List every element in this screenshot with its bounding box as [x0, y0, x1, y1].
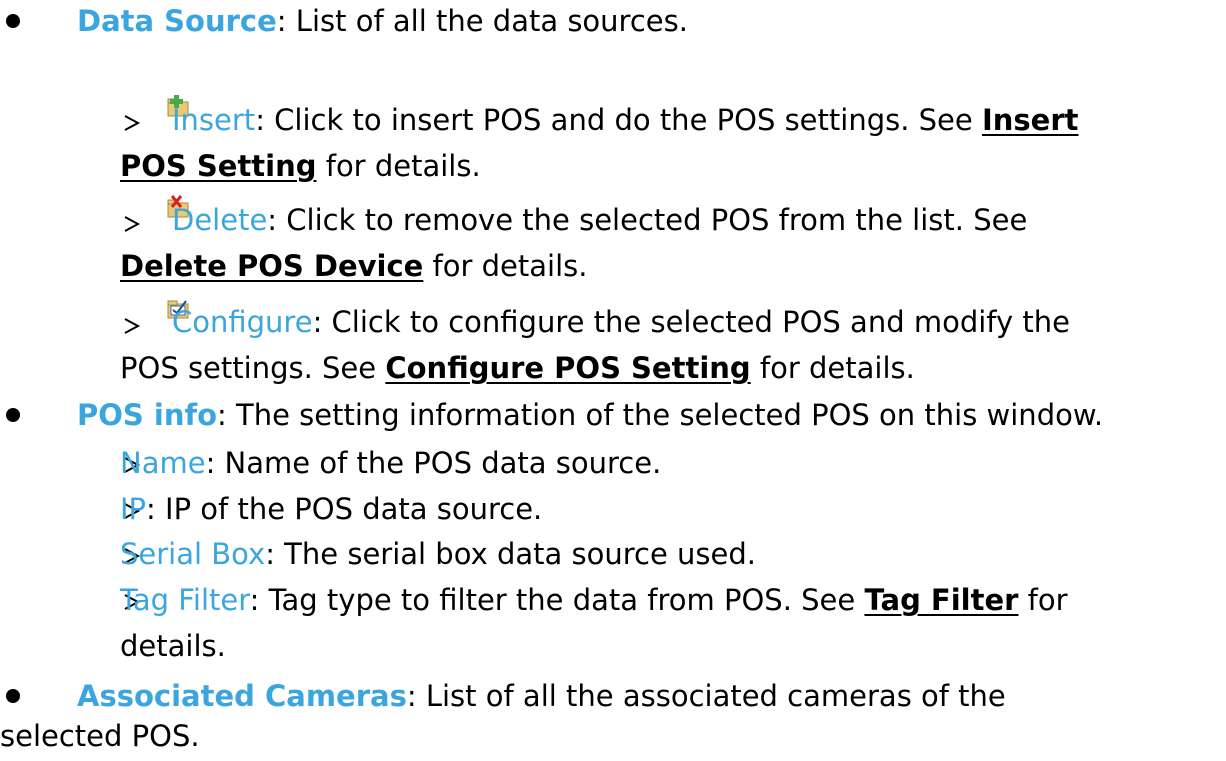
pos-info-item: POS info: The setting information of the…	[77, 397, 1103, 433]
serial-box-term: Serial Box	[120, 537, 266, 571]
tag-filter-link[interactable]: Tag Filter	[864, 583, 1018, 617]
bullet	[6, 689, 20, 703]
arrow-bullet-icon	[124, 318, 141, 334]
insert-term[interactable]: Insert	[172, 103, 255, 137]
tag-filter-term: Tag Filter	[120, 583, 250, 617]
name-term: Name	[120, 446, 206, 480]
insert-pos-setting-link-cont[interactable]: POS Setting	[120, 149, 317, 183]
insert-item-line2: POS Setting for details.	[120, 148, 481, 184]
delete-pos-device-link[interactable]: Delete POS Device	[120, 249, 423, 283]
bullet	[6, 408, 20, 422]
configure-item-line2: POS settings. See Configure POS Setting …	[120, 350, 915, 386]
insert-pos-setting-link[interactable]: Insert	[982, 103, 1079, 137]
insert-item-line1: Insert: Click to insert POS and do the P…	[172, 102, 1079, 138]
tag-filter-desc-for: for	[1018, 583, 1068, 617]
tag-filter-desc: : Tag type to filter the data from POS. …	[249, 583, 865, 617]
arrow-bullet-icon	[124, 115, 141, 131]
name-item: Name: Name of the POS data source.	[120, 445, 661, 481]
pos-info-term: POS info	[77, 398, 218, 432]
tag-filter-item-line1: Tag Filter: Tag type to filter the data …	[120, 582, 1068, 618]
associated-cameras-term: Associated Cameras	[77, 679, 407, 713]
configure-item-line1: Configure: Click to configure the select…	[172, 304, 1070, 340]
tag-filter-desc-end: details.	[120, 629, 226, 663]
configure-term[interactable]: Configure	[172, 305, 313, 339]
serial-box-desc: : The serial box data source used.	[265, 537, 756, 571]
name-desc: : Name of the POS data source.	[205, 446, 662, 480]
delete-item-line1: Delete: Click to remove the selected POS…	[172, 202, 1027, 238]
insert-desc: : Click to insert POS and do the POS set…	[255, 103, 982, 137]
data-source-desc: : List of all the data sources.	[276, 4, 688, 38]
configure-pos-setting-link[interactable]: Configure POS Setting	[385, 351, 750, 385]
ip-term: IP	[120, 492, 147, 526]
associated-cameras-item-line2: selected POS.	[0, 718, 200, 754]
ip-desc: : IP of the POS data source.	[146, 492, 543, 526]
delete-item-line2: Delete POS Device for details.	[120, 248, 587, 284]
tag-filter-item-line2: details.	[120, 628, 226, 664]
associated-cameras-desc: : List of all the associated cameras of …	[406, 679, 1006, 713]
pos-info-desc: : The setting information of the selecte…	[217, 398, 1104, 432]
ip-item: IP: IP of the POS data source.	[120, 491, 542, 527]
data-source-item: Data Source: List of all the data source…	[77, 3, 688, 39]
bullet	[6, 14, 20, 28]
associated-cameras-desc-end: selected POS.	[0, 719, 200, 753]
data-source-term: Data Source	[77, 4, 277, 38]
serial-box-item: Serial Box: The serial box data source u…	[120, 536, 756, 572]
arrow-bullet-icon	[124, 216, 141, 232]
delete-desc-end: for details.	[423, 249, 588, 283]
configure-desc-cont: POS settings. See	[120, 351, 386, 385]
delete-term[interactable]: Delete	[172, 203, 267, 237]
configure-desc-end: for details.	[750, 351, 915, 385]
associated-cameras-item-line1: Associated Cameras: List of all the asso…	[77, 678, 1006, 714]
insert-desc-end: for details.	[316, 149, 481, 183]
delete-desc: : Click to remove the selected POS from …	[267, 203, 1028, 237]
configure-desc: : Click to configure the selected POS an…	[312, 305, 1070, 339]
